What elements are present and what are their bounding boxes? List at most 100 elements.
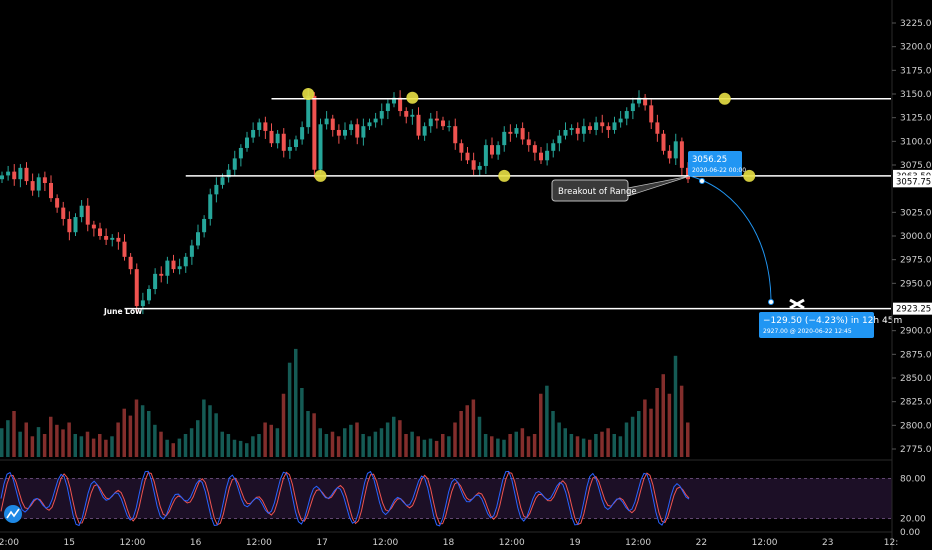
candle-body <box>496 145 501 155</box>
volume-bar <box>581 438 586 457</box>
time-tick-label: 17 <box>316 538 327 548</box>
volume-bar <box>287 362 292 457</box>
volume-bar <box>600 431 604 457</box>
candle-body <box>373 118 378 123</box>
price-tick-label: 3100.00 <box>900 137 932 147</box>
volume-bar <box>453 422 457 457</box>
candle-body <box>453 126 458 144</box>
volume-bar <box>214 413 218 457</box>
candle-body <box>49 182 53 199</box>
time-tick-label: 16 <box>190 538 202 548</box>
time-tick-label: 15 <box>63 538 74 548</box>
candle-body <box>624 111 629 119</box>
candle-body <box>661 133 666 151</box>
volume-bar <box>12 411 16 457</box>
volume-bar <box>434 440 439 457</box>
candle-body <box>61 207 66 219</box>
candle-body <box>422 126 427 136</box>
candle-body <box>600 122 605 127</box>
volume-bar <box>257 434 261 457</box>
volume-bar <box>667 393 672 457</box>
candle-body <box>238 147 243 159</box>
june-low-label: June Low <box>103 307 142 316</box>
candle-body <box>73 217 78 233</box>
volume-bar <box>496 438 500 457</box>
volume-bar <box>226 434 231 457</box>
candle-body <box>539 152 543 161</box>
volume-bar <box>508 434 512 457</box>
time-tick-label: 19 <box>569 538 581 548</box>
candle-body <box>606 126 611 130</box>
candle-body <box>398 97 403 112</box>
volume-bar <box>336 436 341 457</box>
volume-bar <box>128 415 133 457</box>
volume-bar <box>61 429 65 457</box>
price-tick-label: 2975.00 <box>900 256 932 266</box>
candle-body <box>428 118 433 127</box>
time-tick-label: 12:00 <box>119 538 145 548</box>
volume-bar <box>471 399 476 457</box>
candle-body <box>275 133 280 144</box>
volume-bar <box>196 420 200 457</box>
volume-bar <box>67 422 71 457</box>
price-chart[interactable]: June Low Breakout of Range 3056.25 2020-… <box>0 0 932 550</box>
chart-background <box>0 0 932 550</box>
candle-body <box>324 118 329 125</box>
arc-start-dot[interactable] <box>699 178 705 184</box>
volume-bar <box>673 355 678 457</box>
candle-body <box>588 126 592 130</box>
price-tick-label: 3175.00 <box>900 66 932 76</box>
volume-bar <box>251 436 255 457</box>
volume-bar <box>532 434 537 457</box>
candle-body <box>245 137 249 148</box>
candle-body <box>612 122 617 130</box>
candle-body <box>171 260 176 270</box>
candle-body <box>196 232 200 246</box>
volume-bar <box>355 422 359 457</box>
candle-body <box>434 118 439 121</box>
volume-bar <box>300 388 304 457</box>
volume-bar <box>545 385 549 457</box>
touch-marker <box>406 91 419 104</box>
candle-body <box>134 269 139 307</box>
candle-body <box>520 128 525 140</box>
arc-end-dot[interactable] <box>768 299 774 305</box>
candle-body <box>343 129 347 136</box>
volume-bar <box>410 431 414 457</box>
price-tag-label: 3057.75 <box>896 177 931 187</box>
oscillator-tick-label: 0.00 <box>900 528 920 538</box>
candle-body <box>557 135 562 144</box>
volume-bar <box>232 439 237 457</box>
volume-bar <box>575 436 580 457</box>
time-tick-label: 12: <box>884 538 898 548</box>
volume-bar <box>594 434 598 457</box>
candle-body <box>36 177 41 191</box>
candle-body <box>153 273 158 290</box>
candle-body <box>514 128 519 134</box>
volume-bar <box>643 399 647 457</box>
volume-bar <box>477 416 482 457</box>
volume-bar <box>153 424 157 457</box>
volume-bar <box>73 434 77 457</box>
volume-bar <box>447 436 451 457</box>
candle-body <box>618 118 623 123</box>
tradingview-logo-icon[interactable] <box>4 505 22 523</box>
candle-body <box>508 131 513 134</box>
candle-body <box>189 245 194 257</box>
volume-bar <box>134 399 139 457</box>
candle-body <box>459 143 464 153</box>
candle-body <box>110 237 115 240</box>
volume-bar <box>655 388 659 457</box>
candle-body <box>159 273 164 276</box>
volume-bar <box>392 416 396 457</box>
volume-bar <box>0 428 4 457</box>
price-tick-label: 2800.00 <box>900 421 932 431</box>
volume-bar <box>502 439 506 457</box>
volume-bar <box>55 424 59 457</box>
volume-bar <box>104 439 108 457</box>
candle-body <box>42 177 47 183</box>
candle-body <box>569 128 574 130</box>
candle-body <box>12 171 17 180</box>
volume-bar <box>30 436 35 457</box>
volume-bar <box>140 405 145 457</box>
